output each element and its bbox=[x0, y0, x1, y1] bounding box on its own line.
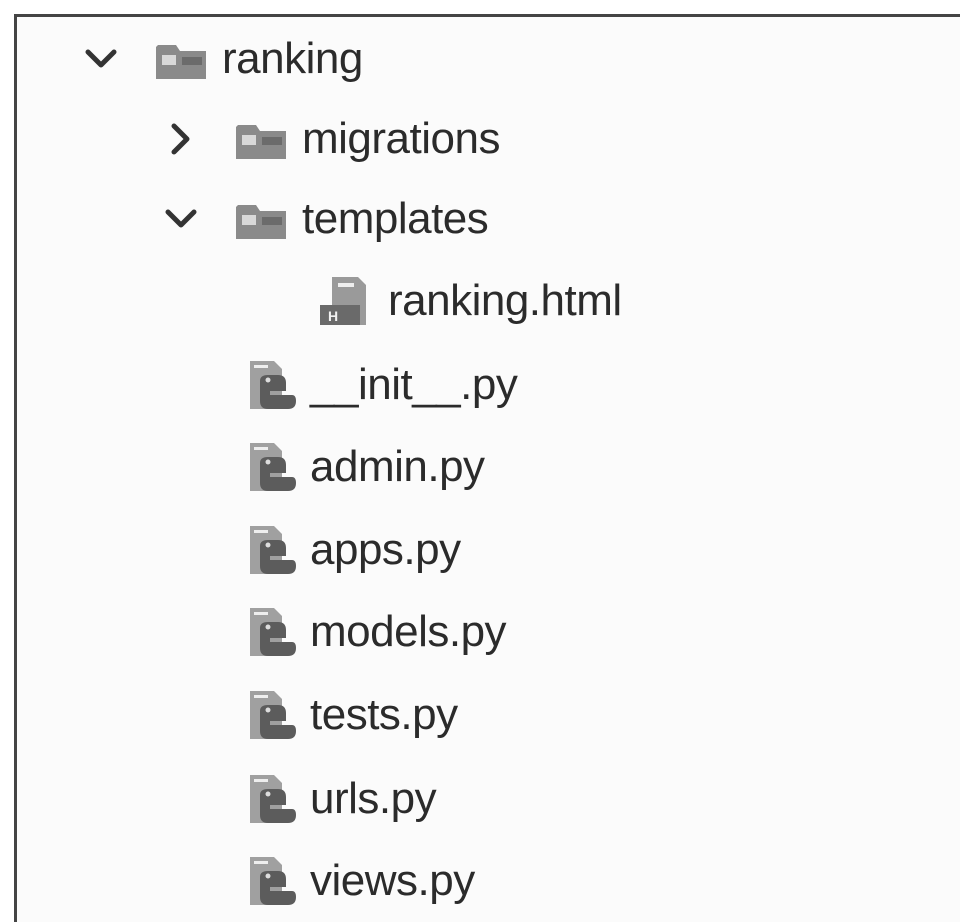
tree-node-label: views.py bbox=[310, 856, 475, 905]
tree-node-label: templates bbox=[302, 194, 489, 243]
tree-node-label: ranking bbox=[222, 34, 363, 83]
folder-icon bbox=[232, 109, 290, 169]
tree-node-label: migrations bbox=[302, 114, 500, 163]
tree-node-label: tests.py bbox=[310, 690, 458, 739]
tree-node-file[interactable]: apps.py bbox=[240, 515, 461, 585]
tree-node-label: urls.py bbox=[310, 774, 437, 823]
tree-node-file[interactable]: urls.py bbox=[240, 764, 437, 834]
tree-node-file[interactable]: models.py bbox=[240, 597, 507, 667]
python-file-icon bbox=[240, 685, 298, 745]
html-file-icon: H bbox=[318, 271, 376, 331]
python-file-icon bbox=[240, 851, 298, 911]
folder-icon bbox=[152, 29, 210, 89]
chevron-down-icon[interactable] bbox=[160, 198, 202, 240]
tree-node-ranking[interactable]: ranking bbox=[80, 24, 363, 94]
tree-node-label: __init__.py bbox=[310, 360, 518, 409]
tree-node-label: ranking.html bbox=[388, 276, 622, 325]
chevron-right-icon[interactable] bbox=[160, 118, 202, 160]
tree-node-file[interactable]: admin.py bbox=[240, 432, 485, 502]
python-file-icon bbox=[240, 355, 298, 415]
tree-node-file[interactable]: __init__.py bbox=[240, 350, 518, 420]
svg-text:H: H bbox=[328, 308, 338, 324]
chevron-down-icon[interactable] bbox=[80, 38, 122, 80]
tree-node-file[interactable]: views.py bbox=[240, 846, 475, 916]
tree-node-templates[interactable]: templates bbox=[160, 184, 489, 254]
tree-node-label: apps.py bbox=[310, 525, 461, 574]
tree-node-migrations[interactable]: migrations bbox=[160, 104, 500, 174]
python-file-icon bbox=[240, 769, 298, 829]
python-file-icon bbox=[240, 520, 298, 580]
tree-node-file[interactable]: tests.py bbox=[240, 680, 458, 750]
tree-node-ranking-html[interactable]: H ranking.html bbox=[318, 266, 622, 336]
folder-icon bbox=[232, 189, 290, 249]
python-file-icon bbox=[240, 437, 298, 497]
tree-node-label: models.py bbox=[310, 607, 507, 656]
python-file-icon bbox=[240, 602, 298, 662]
tree-node-label: admin.py bbox=[310, 442, 485, 491]
